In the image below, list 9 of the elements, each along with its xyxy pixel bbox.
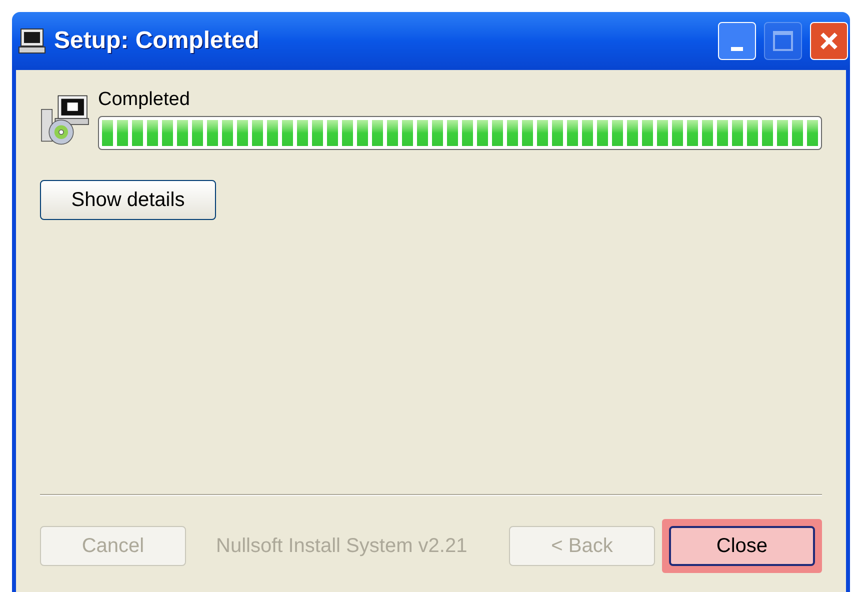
status-label: Completed <box>98 88 191 112</box>
window-title: Setup: Completed <box>54 26 260 56</box>
show-details-button[interactable]: Show details <box>40 180 216 220</box>
close-button[interactable]: Close <box>669 526 815 566</box>
close-window-button[interactable] <box>810 22 848 60</box>
computer-icon <box>18 27 46 55</box>
branding-text: Nullsoft Install System v2.21 <box>216 534 468 559</box>
close-icon <box>818 30 840 52</box>
minimize-button[interactable] <box>718 22 756 60</box>
